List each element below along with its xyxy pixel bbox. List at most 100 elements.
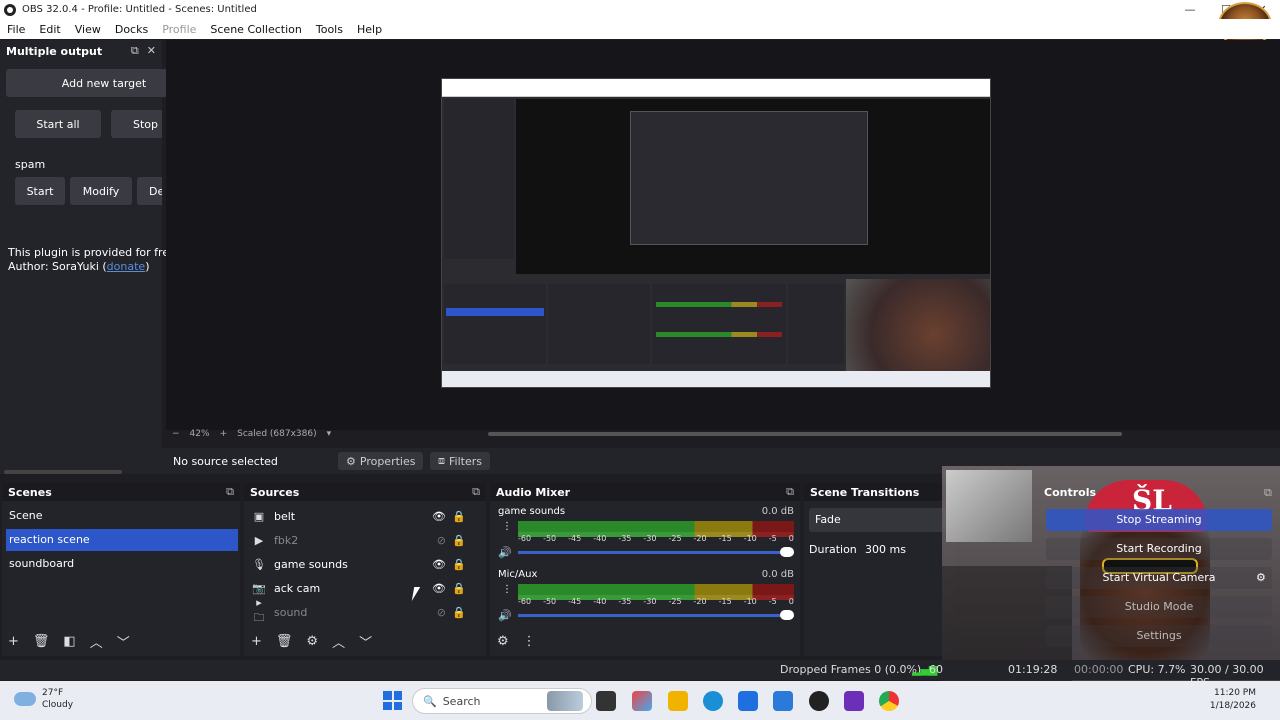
cpu-usage: CPU: 7.7% [1128,663,1186,676]
lock-icon[interactable]: 🔒 [452,582,466,595]
float-icon[interactable]: ⧉ [131,44,139,58]
edge-icon[interactable] [703,691,723,711]
start-all-button[interactable]: Start all [15,110,101,138]
volume-meter [518,521,794,532]
lock-icon[interactable]: 🔒 [452,606,466,619]
target-start-button[interactable]: Start [15,177,65,205]
menu-tools[interactable]: Tools [309,23,350,36]
source-item[interactable]: 🎙 game sounds 👁 🔒 [248,553,478,575]
close-icon[interactable]: ✕ [147,44,156,58]
stop-all-button[interactable]: Stop a [111,110,162,138]
float-icon[interactable]: ⧉ [226,485,234,499]
task-view-icon[interactable] [596,691,616,711]
gear-icon[interactable]: ⚙ [1256,571,1266,584]
store-icon[interactable] [738,691,758,711]
preview-source[interactable] [441,78,991,388]
meter-ticks: -60 -50 -45 -40 -35 -30 -25 -20 -15 -10 -5 0 [518,534,794,543]
zoom-dropdown[interactable]: ▾ [327,429,332,439]
trash-icon[interactable]: 🗑 [276,634,293,649]
lock-icon[interactable]: 🔒 [452,558,466,571]
dock-title: Multiple output [6,44,103,58]
start-recording-button[interactable]: Start Recording [1046,538,1272,560]
temperature: 27°F [42,688,64,698]
speaker-icon[interactable]: 🔊 [498,609,512,622]
menu-docks[interactable]: Docks [108,23,155,36]
filters-button[interactable]: ⧈ Filters [430,452,490,470]
eye-hidden-icon[interactable]: ⊘ [437,534,446,547]
source-item[interactable]: ▶ fbk2 ⊘ 🔒 [248,529,478,551]
mixer-settings-icon[interactable]: ⚙ [497,634,509,649]
settings-button[interactable]: Settings [1046,625,1272,647]
weather-widget[interactable]: 27°F Cloudy [14,687,73,711]
stop-streaming-button[interactable]: Stop Streaming [1046,509,1272,531]
start-virtual-camera-button[interactable]: Start Virtual Camera [1046,567,1272,589]
trash-icon[interactable]: 🗑 [33,634,50,649]
source-group[interactable]: ▸🗀 sound ⊘ 🔒 [248,596,478,624]
editor-icon[interactable] [844,691,864,711]
menu-profile[interactable]: Profile [155,23,203,36]
windows-start-icon[interactable] [383,691,402,710]
eye-icon[interactable]: 👁 [432,510,446,523]
preview-scrollbar[interactable] [488,432,1122,436]
filter-icon[interactable]: ◧ [63,634,75,649]
cloud-icon [14,692,36,706]
eye-hidden-icon[interactable]: ⊘ [437,606,446,619]
transitions-title: Scene Transitions [810,485,920,499]
dock-scrollbar[interactable] [4,470,122,474]
source-item[interactable]: 📷 ack cam 👁 🔒 [248,577,478,599]
widgets-icon[interactable] [547,691,583,711]
menu-view[interactable]: View [68,23,108,36]
duration-input[interactable]: 300 ms [865,543,906,556]
studio-mode-button[interactable]: Studio Mode [1046,596,1272,618]
add-icon[interactable]: + [8,634,19,649]
slider-handle[interactable] [780,610,794,620]
outlook-icon[interactable] [773,691,793,711]
menu-file[interactable]: File [0,23,32,36]
chevron-up-icon[interactable]: ︿ [90,632,103,651]
float-icon[interactable]: ⧉ [1264,486,1272,500]
scene-item-active[interactable]: reaction scene [6,529,238,551]
menu-help[interactable]: Help [350,23,389,36]
menu-edit[interactable]: Edit [32,23,67,36]
menu-scene-collection[interactable]: Scene Collection [203,23,308,36]
file-explorer-icon[interactable] [668,691,688,711]
float-icon[interactable]: ⧉ [472,485,480,499]
zoom-out-button[interactable]: − [172,429,180,439]
eye-icon[interactable]: 👁 [432,558,446,571]
menu-bar: File Edit View Docks Profile Scene Colle… [0,19,1280,39]
zoom-in-button[interactable]: + [220,429,228,439]
kebab-menu-icon[interactable]: ⋮ [502,522,512,532]
target-modify-button[interactable]: Modify [70,177,132,205]
chevron-down-icon[interactable]: ﹀ [359,632,372,651]
properties-button[interactable]: ⚙ Properties [338,452,424,470]
add-icon[interactable]: + [251,634,262,649]
lock-icon[interactable]: 🔒 [452,510,466,523]
volume-slider[interactable] [518,610,794,620]
eye-icon[interactable]: 👁 [432,582,446,595]
image-icon: ▣ [253,509,265,523]
donate-link[interactable]: donate [107,260,146,273]
chevron-down-icon[interactable]: ﹀ [117,632,130,651]
chrome-icon[interactable] [879,691,899,711]
transition-select[interactable]: Fade [809,508,949,532]
system-clock[interactable]: 11:20 PM 1/18/2026 [1210,687,1256,713]
speaker-icon[interactable]: 🔊 [498,546,512,559]
slider-handle[interactable] [780,547,794,557]
kebab-menu-icon[interactable]: ⋮ [523,634,536,649]
scene-item[interactable]: soundboard [6,553,238,575]
lock-icon[interactable]: 🔒 [452,534,466,547]
kebab-menu-icon[interactable]: ⋮ [502,585,512,595]
gear-icon[interactable]: ⚙ [306,634,318,649]
status-bar: Dropped Frames 0 (0.0%) ▂▄▆ 60 01:19:28 … [0,660,1280,689]
volume-slider[interactable] [518,547,794,557]
source-item[interactable]: ▣ belt 👁 🔒 [248,505,478,527]
title-bar: OBS 32.0.4 - Profile: Untitled - Scenes:… [0,0,1280,19]
scene-item[interactable]: Scene [6,505,238,527]
float-icon[interactable]: ⧉ [786,485,794,499]
target-delete-button[interactable]: De [137,177,162,205]
obs-icon[interactable] [809,691,829,711]
copilot-icon[interactable] [632,691,652,711]
play-icon: ▶ [254,533,264,547]
minimize-button[interactable]: — [1172,0,1208,19]
chevron-up-icon[interactable]: ︿ [332,632,345,651]
